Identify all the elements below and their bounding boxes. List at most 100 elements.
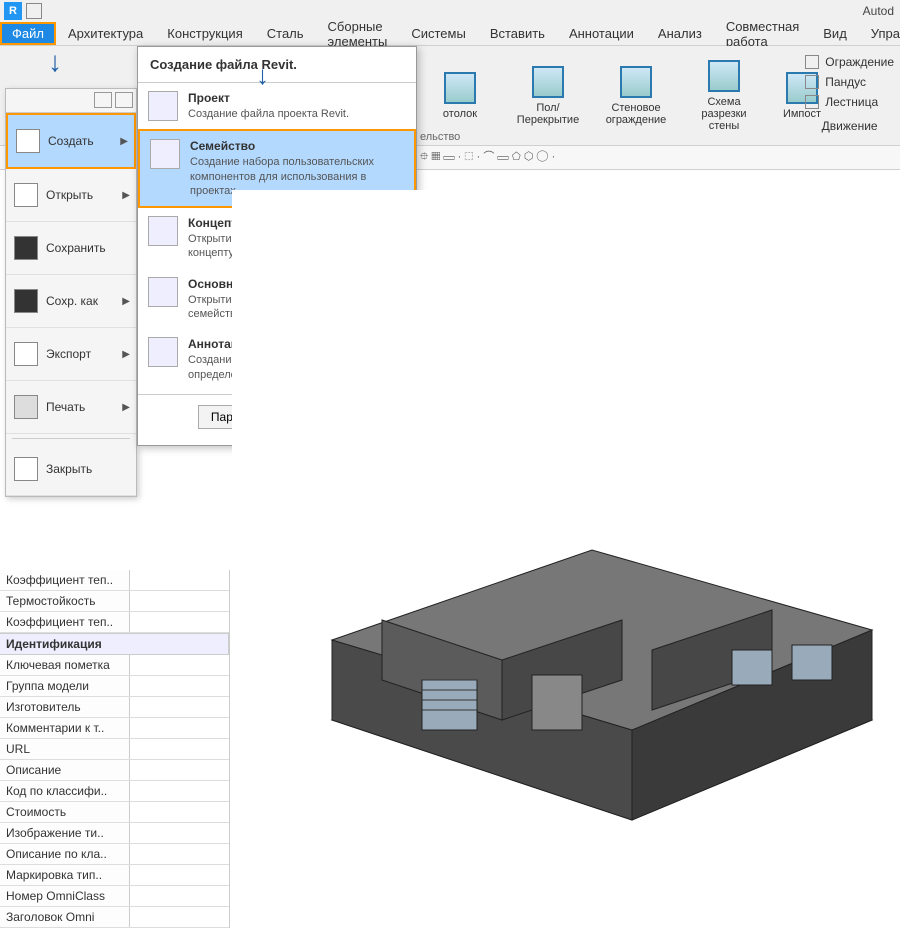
ceiling-icon <box>444 72 476 104</box>
family-icon <box>150 139 180 169</box>
ribbon-curtain-wall[interactable]: Стеновоеограждение <box>596 46 676 145</box>
menu-export[interactable]: Экспорт▶ <box>6 328 136 381</box>
tab-precast[interactable]: Сборные элементы <box>316 22 400 45</box>
prop-thermal-coef2[interactable]: Коэффициент теп.. <box>0 612 130 632</box>
menu-open[interactable]: Открыть▶ <box>6 169 136 222</box>
ribbon-stair[interactable]: Лестница <box>805 92 894 112</box>
tab-manage[interactable]: Управлен <box>859 22 900 45</box>
tab-annotate[interactable]: Аннотации <box>557 22 646 45</box>
menu-export-label: Экспорт <box>46 347 91 361</box>
tab-systems[interactable]: Системы <box>399 22 477 45</box>
menu-close[interactable]: Закрыть <box>6 443 136 496</box>
railing-icon <box>805 55 819 69</box>
prop-type-mark[interactable]: Маркировка тип.. <box>0 865 130 885</box>
menu-close-label: Закрыть <box>46 462 92 476</box>
ribbon-circulation-group: Ограждение Пандус Лестница Движение <box>805 52 894 136</box>
ribbon-group-label: ельство <box>420 131 460 143</box>
chevron-right-icon: ▶ <box>122 296 130 307</box>
ribbon-floor-label: Пол/Перекрытие <box>512 102 584 126</box>
menu-print-label: Печать <box>46 400 85 414</box>
stair-icon <box>805 95 819 109</box>
open-docs-icon[interactable] <box>115 92 133 108</box>
titleblock-icon <box>148 277 178 307</box>
prop-omniclass-num[interactable]: Номер OmniClass <box>0 886 130 906</box>
tab-insert[interactable]: Вставить <box>478 22 557 45</box>
ribbon-curtain-grid[interactable]: Схема разрезкистены <box>684 46 764 145</box>
annotation-icon <box>148 337 178 367</box>
family-title: Семейство <box>190 139 404 153</box>
save-as-icon <box>14 289 38 313</box>
menu-create-label: Создать <box>48 134 94 148</box>
subpanel-title: Создание файла Revit. <box>138 47 416 83</box>
prop-type-image[interactable]: Изображение ти.. <box>0 823 130 843</box>
chevron-right-icon: ▶ <box>122 402 130 413</box>
ribbon-floor[interactable]: Пол/Перекрытие <box>508 46 588 145</box>
prop-manufacturer[interactable]: Изготовитель <box>0 697 130 717</box>
ribbon-curtain-label1: Стеновое <box>611 102 660 114</box>
prop-cost[interactable]: Стоимость <box>0 802 130 822</box>
ribbon-railing[interactable]: Ограждение <box>805 52 894 72</box>
prop-assembly-desc[interactable]: Описание по кла.. <box>0 844 130 864</box>
qat-icon[interactable] <box>26 3 42 19</box>
project-icon <box>148 91 178 121</box>
prop-model-group[interactable]: Группа модели <box>0 676 130 696</box>
close-file-icon <box>14 457 38 481</box>
prop-keynote[interactable]: Ключевая пометка <box>0 655 130 675</box>
railing-label: Ограждение <box>825 52 894 72</box>
tab-analyze[interactable]: Анализ <box>646 22 714 45</box>
ribbon-grid-label1: Схема разрезки <box>688 96 760 120</box>
menubar: Файл Архитектура Конструкция Сталь Сборн… <box>0 22 900 46</box>
ramp-label: Пандус <box>825 72 866 92</box>
ribbon-ceiling-label: отолок <box>443 108 477 120</box>
export-icon <box>14 342 38 366</box>
tab-collaborate[interactable]: Совместная работа <box>714 22 811 45</box>
prop-description[interactable]: Описание <box>0 760 130 780</box>
menu-open-label: Открыть <box>46 188 93 202</box>
new-file-icon <box>16 129 40 153</box>
create-project[interactable]: ПроектСоздание файла проекта Revit. <box>138 83 416 129</box>
menu-save-label: Сохранить <box>46 241 106 255</box>
prop-type-comments[interactable]: Комментарии к т.. <box>0 718 130 738</box>
tutorial-arrow-2: ↓ <box>256 60 269 91</box>
prop-thermal-resist[interactable]: Термостойкость <box>0 591 130 611</box>
menu-create[interactable]: Создать ▶ <box>6 113 136 169</box>
mass-icon <box>148 216 178 246</box>
project-desc: Создание файла проекта Revit. <box>188 107 349 121</box>
open-folder-icon <box>14 183 38 207</box>
chevron-right-icon: ▶ <box>120 136 128 147</box>
tab-view[interactable]: Вид <box>811 22 859 45</box>
properties-panel: Коэффициент теп.. Термостойкость Коэффиц… <box>0 570 230 928</box>
prop-assembly-code[interactable]: Код по классифи.. <box>0 781 130 801</box>
menu-save[interactable]: Сохранить <box>6 222 136 275</box>
tab-file[interactable]: Файл <box>0 22 56 45</box>
menu-saveas[interactable]: Сохр. как ▶ <box>6 275 136 328</box>
menu-saveas-label: Сохр. как <box>46 294 98 308</box>
circulation-label: Движение <box>805 116 894 136</box>
floor-icon <box>532 66 564 98</box>
app-logo: R <box>4 2 22 20</box>
prop-url[interactable]: URL <box>0 739 130 759</box>
prop-group-identity[interactable]: Идентификация <box>0 633 229 655</box>
tutorial-arrow-1: ↓ <box>48 46 62 78</box>
menu-print[interactable]: Печать ▶ <box>6 381 136 434</box>
3d-viewport[interactable] <box>232 190 900 900</box>
ribbon-grid-label2: стены <box>709 120 740 132</box>
prop-omniclass-title[interactable]: Заголовок Omni <box>0 907 130 927</box>
curtain-wall-icon <box>620 66 652 98</box>
recent-icon[interactable] <box>94 92 112 108</box>
ribbon-ramp[interactable]: Пандус <box>805 72 894 92</box>
menu-separator <box>12 438 130 439</box>
tab-structure[interactable]: Конструкция <box>155 22 254 45</box>
prop-thermal-coef[interactable]: Коэффициент теп.. <box>0 570 130 590</box>
app-title: Autod <box>863 4 894 18</box>
tab-architecture[interactable]: Архитектура <box>56 22 155 45</box>
app-menu-top <box>6 89 136 113</box>
print-icon <box>14 395 38 419</box>
tab-steel[interactable]: Сталь <box>255 22 316 45</box>
building-model <box>272 420 892 840</box>
save-icon <box>14 236 38 260</box>
ramp-icon <box>805 75 819 89</box>
application-menu: Создать▶ Открыть▶ Сохранить Сохр. как▶ Э… <box>5 88 137 497</box>
curtain-grid-icon <box>708 60 740 92</box>
stair-label: Лестница <box>825 92 878 112</box>
